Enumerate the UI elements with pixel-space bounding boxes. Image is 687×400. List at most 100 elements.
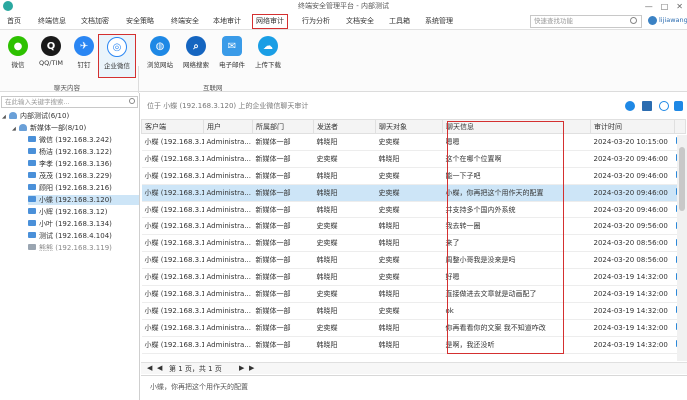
menu-item-behavior-analysis[interactable]: 行为分析 <box>299 15 333 28</box>
cell-user: Administra... <box>203 217 253 236</box>
first-page-button[interactable]: ◀ <box>147 364 152 372</box>
menu-item-system-admin[interactable]: 系统管理 <box>422 15 456 28</box>
cell-user: Administra... <box>203 201 253 219</box>
tree-computer-selected[interactable]: 小蝶 (192.168.3.120) <box>28 195 139 205</box>
cell-sender: 韩晓阳 <box>313 201 376 219</box>
cell-message: 来了 <box>442 234 591 253</box>
layout-icon[interactable] <box>642 101 652 111</box>
maximize-button[interactable]: □ <box>661 2 669 11</box>
table-row[interactable]: 小蝶 (192.168.3.120)Administra...新媒体一部史奕蝶韩… <box>141 234 686 253</box>
table-row[interactable]: 小蝶 (192.168.3.120)Administra...新媒体一部韩晓阳史… <box>141 133 686 151</box>
cell-chat-target: 史奕蝶 <box>375 133 443 151</box>
column-header-department[interactable]: 所属部门 <box>252 119 314 134</box>
minimize-button[interactable]: — <box>645 2 653 11</box>
tool-upload-download[interactable]: ☁ 上传下载 <box>250 34 286 78</box>
cell-chat-target: 韩晓阳 <box>375 336 443 354</box>
group-label-chat: 聊天内容 <box>54 84 80 92</box>
cell-chat-target: 史奕蝶 <box>375 184 443 202</box>
table-row[interactable]: 小蝶 (192.168.3.120)Administra...新媒体一部韩晓阳史… <box>141 268 686 287</box>
table-row[interactable]: 小蝶 (192.168.3.120)Administra...新媒体一部韩晓阳史… <box>141 201 686 219</box>
tree-computer[interactable]: 测试 (192.168.4.104) <box>28 231 139 241</box>
column-header-user[interactable]: 用户 <box>203 119 253 134</box>
tool-email[interactable]: ✉ 电子邮件 <box>214 34 250 78</box>
column-header-client[interactable]: 客户端 <box>141 119 204 134</box>
cell-department: 新媒体一部 <box>252 201 314 219</box>
cell-department: 新媒体一部 <box>252 251 314 270</box>
tool-qq[interactable]: Q QQ/TIM <box>33 34 69 78</box>
close-button[interactable]: ✕ <box>676 2 683 11</box>
table-row[interactable]: 小蝶 (192.168.3.120)Administra...新媒体一部韩晓阳史… <box>141 302 686 320</box>
tree-search-icon[interactable] <box>129 98 135 104</box>
menu-item-local-audit[interactable]: 本地审计 <box>210 15 244 28</box>
menu-item-home[interactable]: 首页 <box>4 15 24 28</box>
collapse-arrow-icon[interactable]: ◢ <box>2 112 9 122</box>
table-row[interactable]: 小蝶 (192.168.3.120)Administra...新媒体一部史奕蝶韩… <box>141 217 686 236</box>
computer-icon <box>28 136 36 142</box>
audit-info-text: 位于 小蝶 (192.168.3.120) 上的企业微信聊天审计 <box>147 102 309 110</box>
tree-computer[interactable]: 杨洁 (192.168.3.122) <box>28 147 139 157</box>
menu-item-toolbox[interactable]: 工具箱 <box>386 15 413 28</box>
tree-computer[interactable]: 茂茂 (192.168.3.229) <box>28 171 139 181</box>
cell-user: Administra... <box>203 133 253 151</box>
cell-sender: 史奕蝶 <box>313 217 376 236</box>
column-header-chat-target[interactable]: 聊天对象 <box>375 119 443 134</box>
cell-user: Administra... <box>203 184 253 202</box>
menu-item-network-audit[interactable]: 网络审计 <box>252 14 288 29</box>
tree-computer[interactable]: 小辉 (192.168.3.12) <box>28 207 139 217</box>
table-row[interactable]: 小蝶 (192.168.3.120)Administra...新媒体一部韩晓阳史… <box>141 167 686 185</box>
tool-web-search[interactable]: ⌕ 网络搜索 <box>178 34 214 78</box>
last-page-button[interactable]: ▶ <box>249 364 254 372</box>
table-row[interactable]: 小蝶 (192.168.3.120)Administra...新媒体一部史奕蝶韩… <box>141 150 686 168</box>
audit-header: 位于 小蝶 (192.168.3.120) 上的企业微信聊天审计 <box>141 93 687 118</box>
cell-client: 小蝶 (192.168.3.120) <box>141 268 204 287</box>
menu-item-terminal-info[interactable]: 终端信息 <box>35 15 69 28</box>
cell-client: 小蝶 (192.168.3.120) <box>141 251 204 270</box>
tree-computer[interactable]: 小叶 (192.168.3.134) <box>28 219 139 229</box>
refresh-icon[interactable] <box>659 101 669 111</box>
tool-browse-web[interactable]: ◍ 浏览网站 <box>142 34 178 78</box>
cell-user: Administra... <box>203 268 253 287</box>
menu-item-doc-encrypt[interactable]: 文档加密 <box>78 15 112 28</box>
menu-item-security-policy[interactable]: 安全策略 <box>123 15 157 28</box>
tree-group[interactable]: ◢ 新媒体一部(8/10) <box>12 123 86 133</box>
export-icon[interactable] <box>674 101 683 111</box>
prev-page-button[interactable]: ◀ <box>157 364 162 372</box>
next-page-button[interactable]: ▶ <box>239 364 244 372</box>
computer-icon <box>28 184 36 190</box>
tool-wecom[interactable]: ◎ 企业微信 <box>98 34 136 78</box>
cell-client: 小蝶 (192.168.3.120) <box>141 201 204 219</box>
cell-department: 新媒体一部 <box>252 217 314 236</box>
tree-computer[interactable]: 李孝 (192.168.3.136) <box>28 159 139 169</box>
table-row[interactable]: 小蝶 (192.168.3.120)Administra...新媒体一部史奕蝶韩… <box>141 285 686 303</box>
user-name[interactable]: lijiawang <box>659 16 687 24</box>
feature-search-input[interactable]: 快速查找功能 <box>530 15 642 28</box>
user-avatar-icon[interactable] <box>648 16 657 25</box>
chat-bubble-icon[interactable] <box>625 101 635 111</box>
menu-item-terminal-security[interactable]: 终端安全 <box>168 15 202 28</box>
table-row[interactable]: 小蝶 (192.168.3.120)Administra...新媒体一部史奕蝶韩… <box>141 319 686 337</box>
cell-message: 你再看看你的文案 我不知道咋改 <box>442 319 591 337</box>
table-row[interactable]: 小蝶 (192.168.3.120)Administra...新媒体一部韩晓阳史… <box>141 184 686 202</box>
tree-computer-offline[interactable]: 熊熊 (192.168.3.119) <box>28 243 139 253</box>
cell-message: 我去转一圈 <box>442 217 591 236</box>
cell-sender: 韩晓阳 <box>313 184 376 202</box>
cell-chat-target: 史奕蝶 <box>375 302 443 320</box>
column-header-sender[interactable]: 发送者 <box>313 119 376 134</box>
table-row[interactable]: 小蝶 (192.168.3.120)Administra...新媒体一部韩晓阳韩… <box>141 336 686 354</box>
column-header-audit-time[interactable]: 审计时间 <box>590 119 675 134</box>
tool-dingtalk[interactable]: ✈ 钉钉 <box>66 34 102 78</box>
menu-item-doc-security[interactable]: 文档安全 <box>343 15 377 28</box>
collapse-arrow-icon[interactable]: ◢ <box>12 124 19 134</box>
table-row[interactable]: 小蝶 (192.168.3.120)Administra...新媒体一部韩晓阳史… <box>141 251 686 270</box>
tree-computer[interactable]: 顾阳 (192.168.3.216) <box>28 183 139 193</box>
table-scrollbar[interactable] <box>677 135 687 361</box>
scrollbar-thumb[interactable] <box>679 147 685 211</box>
search-icon[interactable] <box>630 17 637 24</box>
column-header-message[interactable]: 聊天信息 <box>442 119 591 134</box>
cell-client: 小蝶 (192.168.3.120) <box>141 319 204 337</box>
group-label-internet: 互联网 <box>203 84 223 92</box>
tree-root[interactable]: ◢ 内部测试(6/10) <box>2 111 69 121</box>
tree-computer[interactable]: 微信 (192.168.3.242) <box>28 135 139 145</box>
tree-search-input[interactable]: 在此输入关键字搜索... <box>1 96 138 108</box>
tool-wechat[interactable]: ● 微信 <box>0 34 36 78</box>
